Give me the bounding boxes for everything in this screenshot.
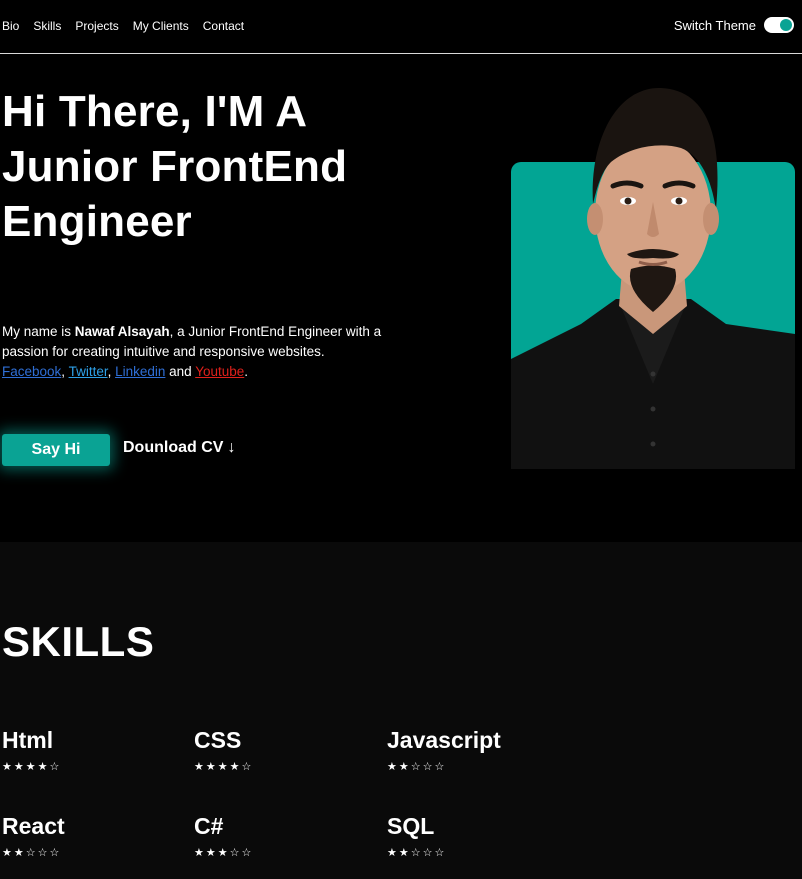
skill-name: Html [2, 727, 54, 753]
youtube-link[interactable]: Youtube [195, 364, 244, 379]
profile-photo [511, 87, 795, 469]
download-cv-button[interactable]: Dounload CV ↓ [123, 439, 235, 457]
skill-name: Javascript [387, 727, 501, 753]
hero-title: Hi There, I'M A Junior FrontEnd Engineer [2, 87, 348, 246]
nav-link-contact[interactable]: Contact [203, 18, 244, 34]
and-text: and [169, 364, 192, 379]
say-hi-button[interactable]: Say Hi [2, 434, 110, 466]
skills-title: SKILLS [2, 618, 155, 665]
theme-toggle[interactable] [764, 17, 794, 33]
skill-item-sql: SQL ★★☆☆☆ [387, 812, 567, 859]
linkedin-link[interactable]: Linkedin [115, 364, 165, 379]
skill-name: SQL [387, 813, 435, 839]
skill-item-csharp: C# ★★★☆☆ [194, 812, 374, 859]
nav-link-projects[interactable]: Projects [75, 18, 118, 34]
theme-switch-label: Switch Theme [673, 17, 756, 33]
star-rating: ★★★★☆ [194, 760, 254, 773]
star-rating: ★★★★☆ [2, 760, 62, 773]
twitter-link[interactable]: Twitter [69, 364, 108, 379]
star-rating: ★★★☆☆ [194, 846, 254, 859]
top-nav: Bio Skills Projects My Clients Contact S… [0, 0, 802, 54]
nav-link-skills[interactable]: Skills [33, 18, 61, 34]
hero-desc-prefix: My name is [2, 324, 75, 339]
nav-links: Bio Skills Projects My Clients Contact [2, 18, 244, 34]
hero-name: Nawaf Alsayah [74, 324, 170, 339]
skills-section: SKILLS Html ★★★★☆ CSS ★★★★☆ Javascript ★… [0, 542, 802, 879]
skill-item-javascript: Javascript ★★☆☆☆ [387, 726, 567, 773]
nav-link-my-clients[interactable]: My Clients [133, 18, 189, 34]
facebook-link[interactable]: Facebook [2, 364, 61, 379]
skill-item-react: React ★★☆☆☆ [2, 812, 182, 859]
theme-toggle-knob [780, 19, 792, 31]
nav-link-bio[interactable]: Bio [2, 18, 19, 34]
star-rating: ★★☆☆☆ [387, 846, 447, 859]
theme-switch: Switch Theme [674, 17, 794, 33]
star-rating: ★★☆☆☆ [2, 846, 62, 859]
skill-item-css: CSS ★★★★☆ [194, 726, 374, 773]
skill-item-html: Html ★★★★☆ [2, 726, 182, 773]
arrow-down-icon: ↓ [227, 439, 236, 456]
star-rating: ★★☆☆☆ [387, 760, 447, 773]
skill-name: CSS [194, 727, 242, 753]
download-cv-label: Dounload CV [123, 439, 224, 456]
skill-name: C# [194, 813, 224, 839]
skill-name: React [2, 813, 65, 839]
hero-description: My name is Nawaf Alsayah, a Junior Front… [2, 324, 382, 379]
